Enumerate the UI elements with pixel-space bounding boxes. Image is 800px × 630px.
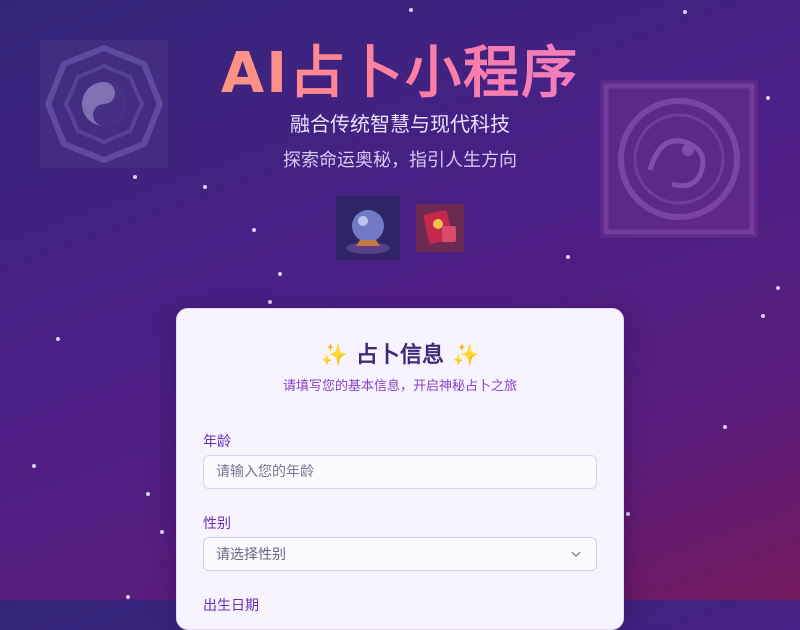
divination-form-card: ✨ 占卜信息 ✨ 请填写您的基本信息，开启神秘占卜之旅 年龄 性别 请选择性别 出生… xyxy=(176,308,624,630)
star xyxy=(126,595,130,599)
crystal-ball-icon xyxy=(336,196,400,260)
chevron-down-icon xyxy=(570,538,582,585)
card-title: 占卜信息 xyxy=(355,343,444,368)
star xyxy=(203,185,207,189)
age-input[interactable] xyxy=(203,455,597,489)
star xyxy=(146,492,150,496)
card-subtitle: 请填写您的基本信息，开启神秘占卜之旅 xyxy=(282,379,517,394)
star xyxy=(776,286,780,290)
page-tagline: 探索命运奥秘，指引人生方向 xyxy=(283,150,517,171)
sparkles-icon: ✨ xyxy=(320,343,348,368)
star xyxy=(268,300,272,304)
page-title: AI占卜小程序 xyxy=(0,28,800,109)
star xyxy=(409,8,413,12)
star xyxy=(683,10,687,14)
gender-select[interactable]: 请选择性别 xyxy=(203,537,597,571)
star xyxy=(278,272,282,276)
red-envelope-icon xyxy=(416,204,464,252)
star xyxy=(723,425,727,429)
birthdate-label: 出生日期 xyxy=(203,598,259,614)
sparkles-icon: ✨ xyxy=(452,343,480,368)
age-label: 年龄 xyxy=(203,434,231,450)
page-subtitle: 融合传统智慧与现代科技 xyxy=(290,112,510,136)
star xyxy=(626,512,630,516)
card-title-row: ✨ 占卜信息 ✨ xyxy=(177,337,623,369)
star xyxy=(133,175,137,179)
star xyxy=(566,255,570,259)
red-envelope-image xyxy=(416,204,464,252)
star xyxy=(252,228,256,232)
star xyxy=(56,337,60,341)
crystal-ball-image xyxy=(336,196,400,260)
gender-label: 性别 xyxy=(203,516,231,532)
gender-select-placeholder: 请选择性别 xyxy=(216,547,286,563)
star xyxy=(32,464,36,468)
star xyxy=(160,530,164,534)
star xyxy=(761,314,765,318)
